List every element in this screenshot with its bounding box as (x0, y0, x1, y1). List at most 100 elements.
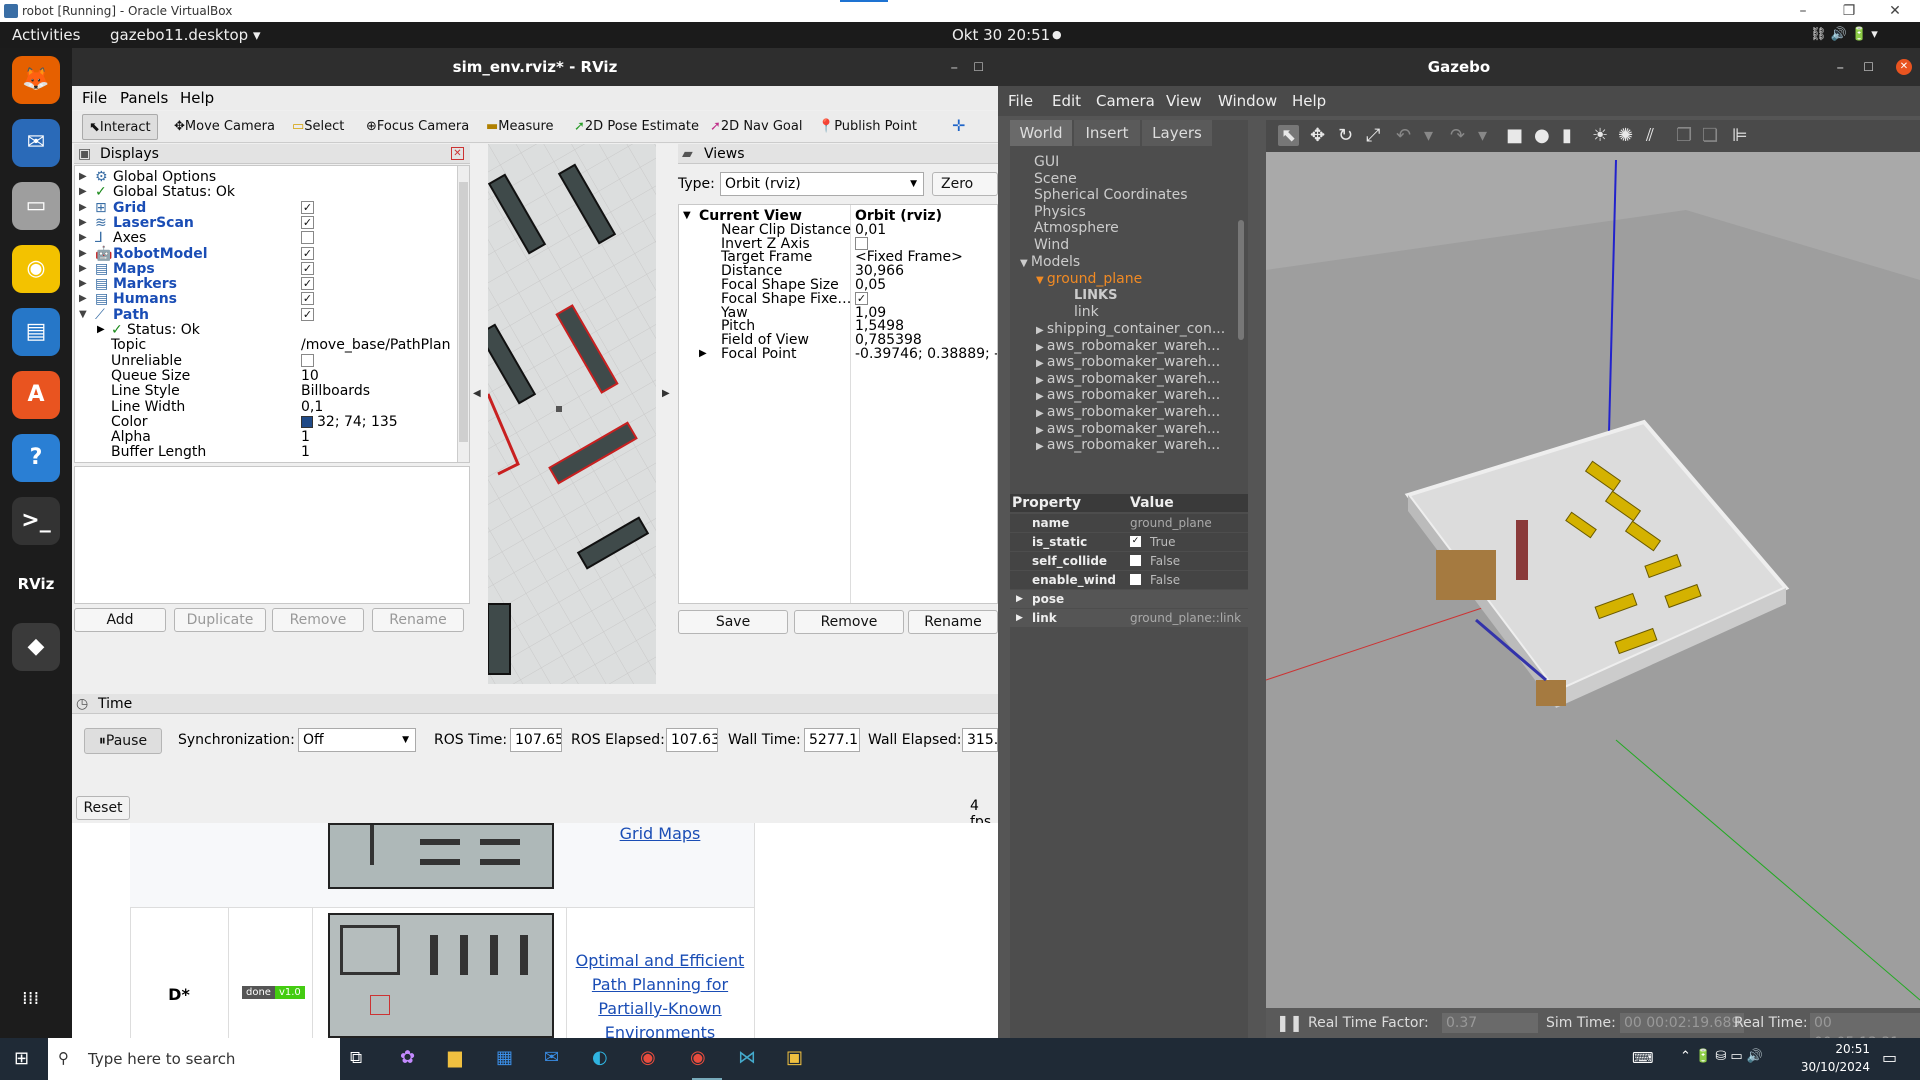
display-checkbox[interactable]: ✓ (301, 277, 314, 291)
model-item[interactable]: ▶ aws_robomaker_wareh... (1036, 437, 1220, 453)
file-explorer-icon[interactable]: ▆ (448, 1047, 462, 1068)
edge-icon[interactable]: ◐ (592, 1047, 608, 1068)
duplicate-display-button[interactable]: Duplicate (174, 608, 266, 632)
close-button[interactable]: ✕ (1872, 0, 1918, 22)
unreliable-checkbox[interactable] (301, 353, 314, 367)
property-row[interactable]: name ground_plane (1010, 514, 1248, 532)
copy-icon[interactable]: ❐ (1676, 125, 1692, 146)
taskbar-time[interactable]: 20:51 (1806, 1042, 1870, 1056)
align-icon[interactable]: ⊫ (1732, 125, 1748, 146)
property-row[interactable]: enable_wind False (1010, 571, 1248, 589)
scale-icon[interactable]: ⤢ (1366, 125, 1380, 146)
chrome-profile-icon[interactable]: ◉ (690, 1047, 706, 1068)
model-item[interactable]: ▶ aws_robomaker_wareh... (1036, 354, 1220, 370)
rviz-3d-view[interactable] (477, 144, 656, 684)
world-tree-item[interactable]: Atmosphere (1034, 220, 1119, 236)
display-checkbox[interactable]: ✓ (301, 292, 314, 306)
dock-rviz-icon[interactable]: RViz (12, 560, 60, 608)
virtualbox-taskbar-icon[interactable]: ▣ (786, 1047, 803, 1068)
property-row[interactable]: ▶ pose (1010, 590, 1248, 608)
dock-software-icon[interactable]: A (12, 371, 60, 419)
world-tree-item[interactable]: Physics (1034, 204, 1086, 220)
property-row[interactable]: self_collide False (1010, 552, 1248, 570)
keyboard-icon[interactable]: ⌨ (1632, 1049, 1654, 1067)
dstar-paper-link[interactable]: Optimal and Efficient Path Planning for … (566, 949, 754, 1045)
menu-file[interactable]: File (82, 89, 107, 107)
display-checkbox[interactable]: ✓ (301, 215, 314, 229)
paste-icon[interactable]: ❏ (1702, 125, 1718, 146)
gazebo-minimize-button[interactable]: – (1837, 48, 1845, 86)
select-arrow-icon[interactable]: ⬉ (1278, 125, 1300, 146)
add-display-button[interactable]: Add (74, 608, 166, 632)
reset-button[interactable]: Reset (76, 796, 130, 820)
property-row[interactable]: is_static ✓ True (1010, 533, 1248, 551)
world-tree-item[interactable]: GUI (1034, 154, 1059, 170)
close-panel-icon[interactable]: ✕ (451, 147, 464, 160)
copilot-icon[interactable]: ✿ (400, 1047, 415, 1068)
model-item[interactable]: ▶ aws_robomaker_wareh... (1036, 421, 1220, 437)
model-item[interactable]: ▶ shipping_container_con... (1036, 321, 1225, 337)
system-tray[interactable]: ⛓ 🔊 🔋 ▾ (1810, 22, 1878, 48)
wall-time-field[interactable]: 5277.11 (804, 728, 860, 752)
redo-icon[interactable]: ↷ (1450, 125, 1465, 146)
gazebo-close-button[interactable]: ✕ (1896, 59, 1912, 75)
move-camera-tool[interactable]: ✥Move Camera (168, 114, 281, 140)
model-ground-plane[interactable]: ▼ ground_plane (1036, 271, 1142, 287)
sphere-icon[interactable]: ● (1534, 125, 1550, 146)
display-checkbox[interactable]: ✓ (301, 246, 314, 260)
display-checkbox[interactable]: ✓ (301, 307, 314, 321)
gazebo-3d-view[interactable] (1265, 120, 1920, 1040)
zero-button[interactable]: Zero (932, 172, 998, 196)
redo-menu-icon[interactable]: ▾ (1478, 125, 1487, 146)
grid-maps-link[interactable]: Grid Maps (566, 824, 754, 843)
select-tool[interactable]: ▭Select (286, 114, 350, 140)
model-item[interactable]: ▶ aws_robomaker_wareh... (1036, 404, 1220, 420)
gz-menu-window[interactable]: Window (1218, 86, 1277, 116)
pause-sim-icon[interactable]: ❚❚ (1276, 1008, 1303, 1038)
dock-help-icon[interactable]: ? (12, 434, 60, 482)
activities-button[interactable]: Activities (12, 22, 80, 48)
property-row[interactable]: ▶ link ground_plane::link (1010, 609, 1248, 627)
rename-display-button[interactable]: Rename (372, 608, 464, 632)
notifications-icon[interactable]: ▭ (1882, 1048, 1897, 1067)
sync-select[interactable]: Off ▼ (298, 728, 416, 752)
model-item[interactable]: ▶ aws_robomaker_wareh... (1036, 338, 1220, 354)
gz-menu-camera[interactable]: Camera (1096, 86, 1155, 116)
model-item[interactable]: ▶ aws_robomaker_wareh... (1036, 371, 1220, 387)
cylinder-icon[interactable]: ▮ (1562, 125, 1572, 146)
restore-button[interactable]: ❐ (1826, 0, 1872, 22)
task-view-icon[interactable]: ⧉ (350, 1048, 362, 1068)
menu-panels[interactable]: Panels (120, 89, 168, 107)
gz-menu-help[interactable]: Help (1292, 86, 1326, 116)
display-checkbox[interactable]: ✓ (301, 261, 314, 275)
app-menu[interactable]: gazebo11.desktop ▾ (110, 22, 261, 48)
dock-writer-icon[interactable]: ▤ (12, 308, 60, 356)
save-view-button[interactable]: Save (678, 610, 788, 634)
dock-gazebo-icon[interactable]: ◆ (12, 623, 60, 671)
wall-elapsed-field[interactable]: 315.5 (962, 728, 998, 752)
focus-camera-tool[interactable]: ⊕Focus Camera (360, 114, 475, 140)
links-header[interactable]: LINKS (1074, 288, 1117, 304)
view-type-select[interactable]: Orbit (rviz) ▼ (720, 172, 924, 196)
mail-icon[interactable]: ✉ (544, 1047, 559, 1068)
pose-estimate-tool[interactable]: ➚2D Pose Estimate (568, 114, 705, 140)
remove-display-button[interactable]: Remove (272, 608, 364, 632)
gz-menu-file[interactable]: File (1008, 86, 1033, 116)
pause-button[interactable]: ⏸Pause (84, 728, 162, 754)
view-property[interactable]: ▶ Focal Point -0.39746; 0.38889; -4 (679, 345, 997, 363)
world-tree-item[interactable]: Spherical Coordinates (1034, 187, 1188, 203)
dock-firefox-icon[interactable]: 🦊 (12, 56, 60, 104)
tab-world[interactable]: World (1010, 120, 1072, 146)
tray-icons[interactable]: ⌃ 🔋 ⛁ ▭ 🔊 (1680, 1049, 1763, 1064)
dock-terminal-icon[interactable]: >_ (12, 497, 60, 545)
collapse-right-icon[interactable]: ▶ (662, 388, 670, 399)
show-apps-icon[interactable]: ⁞⁞⁞ (22, 988, 39, 1009)
ros-elapsed-field[interactable]: 107.63 (666, 728, 718, 752)
menu-help[interactable]: Help (180, 89, 214, 107)
tab-insert[interactable]: Insert (1074, 120, 1140, 146)
undo-menu-icon[interactable]: ▾ (1424, 125, 1433, 146)
minimize-button[interactable]: – (1780, 0, 1826, 22)
rviz-maximize-button[interactable]: ☐ (973, 48, 984, 86)
tree-scrollbar[interactable] (1238, 220, 1244, 340)
world-tree-item[interactable]: Scene (1034, 171, 1077, 187)
